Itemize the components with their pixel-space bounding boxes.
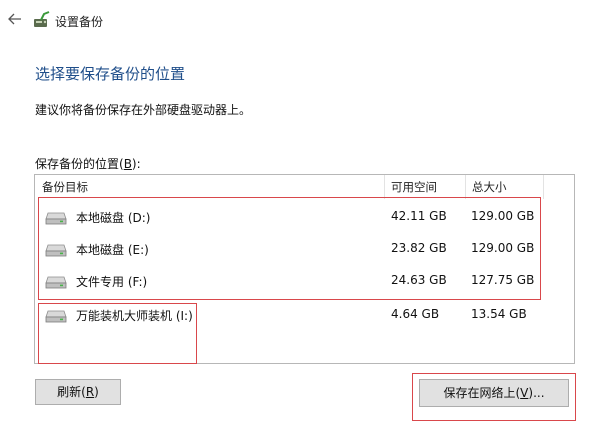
column-header-free-space[interactable]: 可用空间 xyxy=(385,175,466,199)
refresh-button-prefix: 刷新( xyxy=(57,385,86,399)
list-label: 保存备份的位置(B): xyxy=(35,155,141,172)
network-button-prefix: 保存在网络上( xyxy=(443,386,521,400)
highlight-box-internal-drives xyxy=(38,197,541,300)
drive-free-space: 4.64 GB xyxy=(391,307,440,321)
highlight-box-usb-drive xyxy=(38,303,197,364)
backup-app-icon xyxy=(34,11,50,27)
list-label-accesskey: B xyxy=(123,157,132,171)
window-title: 设置备份 xyxy=(55,15,104,29)
save-on-network-button[interactable]: 保存在网络上(V)... xyxy=(419,379,569,407)
network-button-suffix: )... xyxy=(528,386,545,400)
page-description: 建议你将备份保存在外部硬盘驱动器上。 xyxy=(35,103,252,117)
list-label-prefix: 保存备份的位置( xyxy=(35,157,124,171)
column-header-total-size[interactable]: 总大小 xyxy=(466,175,544,199)
refresh-button[interactable]: 刷新(R) xyxy=(35,379,121,405)
drive-total-size: 13.54 GB xyxy=(471,307,527,321)
column-header-target[interactable]: 备份目标 xyxy=(35,175,385,199)
list-label-suffix: ): xyxy=(131,157,141,171)
back-arrow-icon[interactable] xyxy=(7,11,23,27)
title-bar: 设置备份 xyxy=(0,0,600,40)
page-title: 选择要保存备份的位置 xyxy=(35,65,186,83)
refresh-button-suffix: ) xyxy=(94,385,99,399)
refresh-button-accesskey: R xyxy=(85,385,95,399)
